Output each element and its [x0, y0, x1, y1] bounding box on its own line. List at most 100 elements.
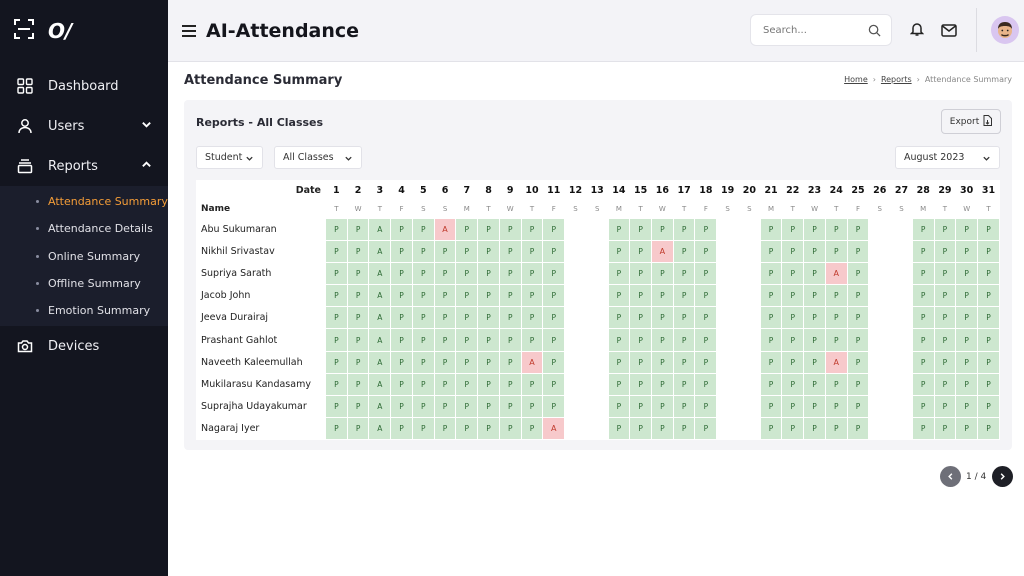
student-name: Nagaraj Iyer [196, 416, 326, 440]
next-page-button[interactable] [992, 466, 1013, 487]
search-box[interactable] [750, 14, 892, 46]
filter-month-select[interactable]: August 2023 [895, 146, 1000, 169]
sidebar-subitem-attendance-summary[interactable]: Attendance Summary [0, 188, 168, 215]
export-button[interactable]: Export [941, 109, 1001, 134]
attendance-table: Date 1 2 3 4 5 6 7 8 9 10 11 12 13 14 15 16 17 18 19 20 21 22… [196, 180, 1000, 440]
attendance-cell-present: P [694, 284, 718, 308]
avatar[interactable] [991, 16, 1019, 44]
attendance-cell-present: P [933, 306, 957, 330]
attendance-cell-present: P [846, 306, 870, 330]
hamburger-menu-icon[interactable] [182, 24, 196, 37]
weekday-header: S [737, 199, 761, 219]
attendance-cell-present: P [498, 262, 522, 286]
attendance-cell-empty [585, 240, 609, 264]
weekday-header: S [890, 199, 913, 219]
attendance-cell-present: P [542, 394, 566, 418]
attendance-cell-empty [868, 240, 892, 264]
attendance-cell-empty [564, 262, 587, 286]
attendance-cell-present: P [498, 350, 522, 374]
weekday-header: T [977, 199, 1000, 219]
sidebar-item-dashboard[interactable]: Dashboard [0, 66, 168, 106]
attendance-cell-present: P [651, 350, 674, 374]
attendance-cell-absent: A [433, 217, 457, 242]
table-row: Supriya Sarath P P A P P P P P P P P P P P P P P P P A P P P P P [196, 262, 1000, 286]
day-header: 23 [803, 180, 826, 200]
attendance-cell-present: P [955, 350, 979, 374]
attendance-cell-present: P [542, 372, 566, 396]
attendance-cell-present: P [846, 416, 870, 440]
attendance-cell-empty [890, 394, 913, 418]
attendance-cell-present: P [846, 372, 870, 396]
attendance-cell-present: P [455, 217, 479, 242]
attendance-cell-present: P [955, 284, 979, 308]
attendance-cell-empty [585, 372, 609, 396]
table-row: Naveeth Kaleemullah P P A P P P P P P A P P P P P P P P P A P… [196, 350, 1000, 374]
attendance-cell-present: P [455, 240, 479, 264]
mail-icon[interactable] [941, 22, 957, 41]
brand: O/ [0, 0, 168, 62]
day-header: 15 [629, 180, 653, 200]
attendance-cell-empty [716, 262, 739, 286]
attendance-cell-absent: A [520, 350, 544, 374]
attendance-cell-present: P [433, 372, 457, 396]
weekday-header: T [629, 199, 653, 219]
date-header-label: Date [196, 180, 326, 200]
search-icon[interactable] [868, 24, 881, 40]
attendance-cell-present: P [759, 306, 783, 330]
attendance-cell-present: P [803, 350, 826, 374]
student-name: Prashant Gahlot [196, 328, 326, 352]
attendance-cell-present: P [977, 306, 1000, 330]
attendance-cell-absent: A [824, 262, 848, 286]
attendance-cell-present: P [846, 284, 870, 308]
topbar-divider [976, 8, 977, 52]
attendance-cell-present: P [433, 284, 457, 308]
sidebar-subitem-attendance-details[interactable]: Attendance Details [0, 215, 168, 242]
attendance-cell-present: P [651, 262, 674, 286]
bell-icon[interactable] [909, 21, 925, 41]
attendance-cell-present: P [933, 372, 957, 396]
sidebar-item-reports[interactable]: Reports [0, 146, 168, 186]
weekday-header: M [607, 199, 631, 219]
filter-class-select[interactable]: All Classes [274, 146, 362, 169]
attendance-cell-present: P [911, 262, 935, 286]
attendance-cell-empty [868, 306, 892, 330]
day-header: 2 [346, 180, 370, 200]
topbar: AI-Attendance [168, 0, 1024, 62]
attendance-cell-present: P [411, 217, 435, 242]
sidebar-subitem-emotion-summary[interactable]: Emotion Summary [0, 297, 168, 324]
sidebar-subitem-offline-summary[interactable]: Offline Summary [0, 270, 168, 297]
attendance-cell-empty [585, 284, 609, 308]
attendance-cell-present: P [759, 328, 783, 352]
attendance-cell-present: P [346, 416, 370, 440]
attendance-cell-empty [737, 217, 761, 242]
weekday-header: S [411, 199, 435, 219]
search-input[interactable] [763, 24, 859, 36]
sidebar-subitem-online-summary[interactable]: Online Summary [0, 243, 168, 270]
breadcrumb-reports[interactable]: Reports [881, 75, 912, 84]
file-export-icon [983, 114, 993, 129]
attendance-cell-present: P [411, 240, 435, 264]
attendance-cell-present: P [346, 240, 370, 264]
attendance-cell-empty [716, 416, 739, 440]
attendance-cell-present: P [824, 372, 848, 396]
attendance-cell-present: P [977, 240, 1000, 264]
sidebar-item-devices[interactable]: Devices [0, 326, 168, 366]
attendance-cell: A [368, 306, 392, 330]
attendance-cell-present: P [455, 394, 479, 418]
attendance-cell-present: P [651, 328, 674, 352]
attendance-cell-present: P [781, 284, 805, 308]
chevron-down-icon[interactable] [141, 119, 152, 134]
weekday-header: S [564, 199, 587, 219]
breadcrumb-home[interactable]: Home [844, 75, 868, 84]
attendance-cell-present: P [911, 284, 935, 308]
attendance-cell-empty [737, 416, 761, 440]
prev-page-button[interactable] [940, 466, 961, 487]
filter-type-select[interactable]: Student [196, 146, 263, 169]
attendance-cell: A [368, 262, 392, 286]
page-title: Attendance Summary [184, 73, 343, 88]
attendance-cell-present: P [325, 306, 348, 330]
sidebar-item-users[interactable]: Users [0, 106, 168, 146]
chevron-up-icon[interactable] [141, 159, 152, 174]
attendance-cell-present: P [477, 416, 500, 440]
attendance-cell-present: P [977, 262, 1000, 286]
